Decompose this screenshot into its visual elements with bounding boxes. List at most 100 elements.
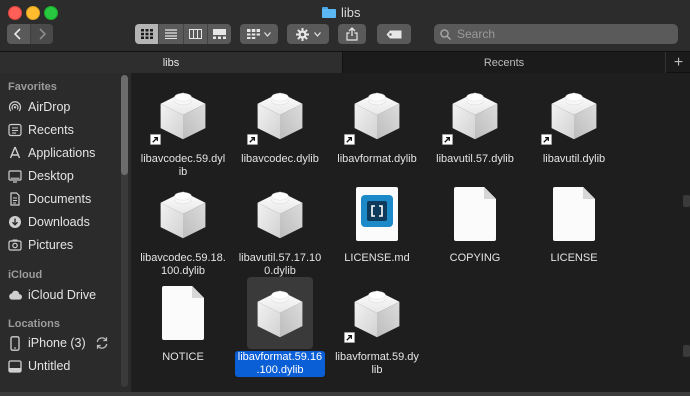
window-title-text: libs [341, 4, 361, 20]
edit-tags-button[interactable] [377, 24, 411, 44]
pictures-icon [8, 238, 22, 252]
zoom-window-button[interactable] [44, 6, 58, 20]
share-icon [346, 27, 358, 41]
sidebar-item-label: Recents [28, 123, 74, 137]
downloads-icon [8, 215, 22, 229]
sidebar-item-downloads[interactable]: Downloads [8, 212, 90, 232]
back-forward-group [7, 24, 53, 44]
sidebar-item-airdrop[interactable]: AirDrop [8, 97, 70, 117]
file-item[interactable]: NOTICE [135, 277, 231, 364]
window-edge-marker [683, 345, 690, 357]
action-button[interactable] [287, 24, 329, 44]
file-item[interactable]: COPYING [427, 178, 523, 265]
sidebar-section-favorites: Favorites [8, 81, 57, 93]
forward-button[interactable] [29, 24, 53, 44]
sidebar-item-applications[interactable]: Applications [8, 143, 95, 163]
dylib-icon [541, 79, 607, 151]
file-name: libavutil.dylib [542, 153, 606, 165]
sidebar-item-label: Documents [28, 192, 92, 206]
file-name: libavutil.57.17.100.dylib [238, 252, 322, 277]
tab-libs[interactable]: libs [0, 52, 342, 73]
sidebar-item-label: Downloads [28, 215, 90, 229]
sidebar-item-recents[interactable]: Recents [8, 120, 74, 140]
sidebar-item-iphone[interactable]: iPhone (3) [8, 333, 109, 353]
file-name: NOTICE [162, 351, 204, 363]
file-name: LICENSE.md [344, 252, 410, 264]
file-item[interactable]: libavutil.57.dylib [427, 79, 523, 166]
view-mode-group [135, 24, 231, 44]
folder-icon [322, 6, 336, 18]
file-item[interactable]: libavformat.dylib [329, 79, 425, 166]
tab-label: Recents [483, 56, 525, 69]
icon-view-button[interactable] [135, 24, 159, 44]
new-tab-button[interactable]: + [665, 52, 690, 73]
list-view-icon [164, 29, 177, 39]
sync-icon[interactable] [95, 336, 109, 350]
file-item[interactable]: libavcodec.59.dylib [135, 79, 231, 179]
sidebar-section-icloud: iCloud [8, 269, 43, 281]
dylib-icon [344, 277, 410, 349]
group-by-button[interactable] [240, 24, 278, 44]
file-item[interactable]: libavformat.59.dylib [329, 277, 425, 377]
dylib-icon [344, 79, 410, 151]
chevron-down-icon [264, 31, 271, 37]
close-window-button[interactable] [8, 6, 22, 20]
window-title: libs [322, 4, 361, 20]
alias-arrow-icon [150, 134, 161, 145]
file-item[interactable]: LICENSE [526, 178, 622, 265]
file-item[interactable]: libavcodec.dylib [232, 79, 328, 166]
airdrop-icon [8, 100, 22, 114]
file-item[interactable]: LICENSE.md [329, 178, 425, 265]
file-grid: libavcodec.59.dylib libavcodec.dylib lib… [131, 73, 690, 392]
icon-view-icon [140, 29, 153, 39]
file-name: libavcodec.dylib [241, 153, 319, 165]
dylib-icon [150, 178, 216, 250]
desktop-icon [8, 169, 22, 183]
sidebar-item-icloud-drive[interactable]: iCloud Drive [8, 285, 96, 305]
dylib-icon [247, 277, 313, 349]
gallery-view-icon [212, 29, 226, 39]
tab-recents[interactable]: Recents [342, 52, 665, 73]
file-name: libavformat.59.dylib [335, 351, 419, 376]
sidebar-item-label: Desktop [28, 169, 74, 183]
list-view-button[interactable] [158, 24, 182, 44]
toolbar: libs [0, 0, 690, 51]
sidebar-item-untitled[interactable]: Untitled [8, 356, 70, 376]
file-name: libavformat.59.16.100.dylib [235, 351, 325, 377]
alias-arrow-icon [541, 134, 552, 145]
back-button[interactable] [7, 24, 30, 44]
minimize-window-button[interactable] [26, 6, 40, 20]
file-item-selected[interactable]: libavformat.59.16.100.dylib [232, 277, 328, 377]
dylib-icon [247, 79, 313, 151]
search-icon [440, 28, 451, 40]
gear-icon [295, 27, 309, 41]
file-item[interactable]: libavutil.57.17.100.dylib [232, 178, 328, 278]
gallery-view-button[interactable] [206, 24, 231, 44]
sidebar-item-desktop[interactable]: Desktop [8, 166, 74, 186]
tab-label: libs [162, 56, 180, 69]
sidebar-item-label: Untitled [28, 359, 71, 373]
search-input[interactable] [457, 27, 657, 41]
cloud-icon [8, 288, 22, 302]
alias-arrow-icon [247, 134, 258, 145]
file-name: libavcodec.59.18.100.dylib [140, 252, 226, 277]
file-name: libavformat.dylib [337, 153, 417, 165]
share-button[interactable] [338, 24, 366, 44]
applications-icon [8, 146, 22, 160]
sidebar-scrollbar[interactable] [121, 75, 128, 387]
background-strip [0, 392, 690, 396]
sidebar-item-pictures[interactable]: Pictures [8, 235, 73, 255]
sidebar-item-label: Pictures [28, 238, 74, 252]
document-icon [150, 277, 216, 349]
phone-icon [8, 335, 22, 351]
sidebar-section-locations: Locations [8, 318, 60, 330]
search-field[interactable] [434, 24, 678, 44]
scrollbar-thumb[interactable] [121, 75, 128, 175]
group-grid-icon [247, 29, 260, 39]
file-item[interactable]: libavutil.dylib [526, 79, 622, 166]
column-view-button[interactable] [182, 24, 207, 44]
alias-arrow-icon [442, 134, 453, 145]
column-view-icon [188, 29, 202, 39]
file-item[interactable]: libavcodec.59.18.100.dylib [135, 178, 231, 278]
sidebar-item-documents[interactable]: Documents [8, 189, 91, 209]
